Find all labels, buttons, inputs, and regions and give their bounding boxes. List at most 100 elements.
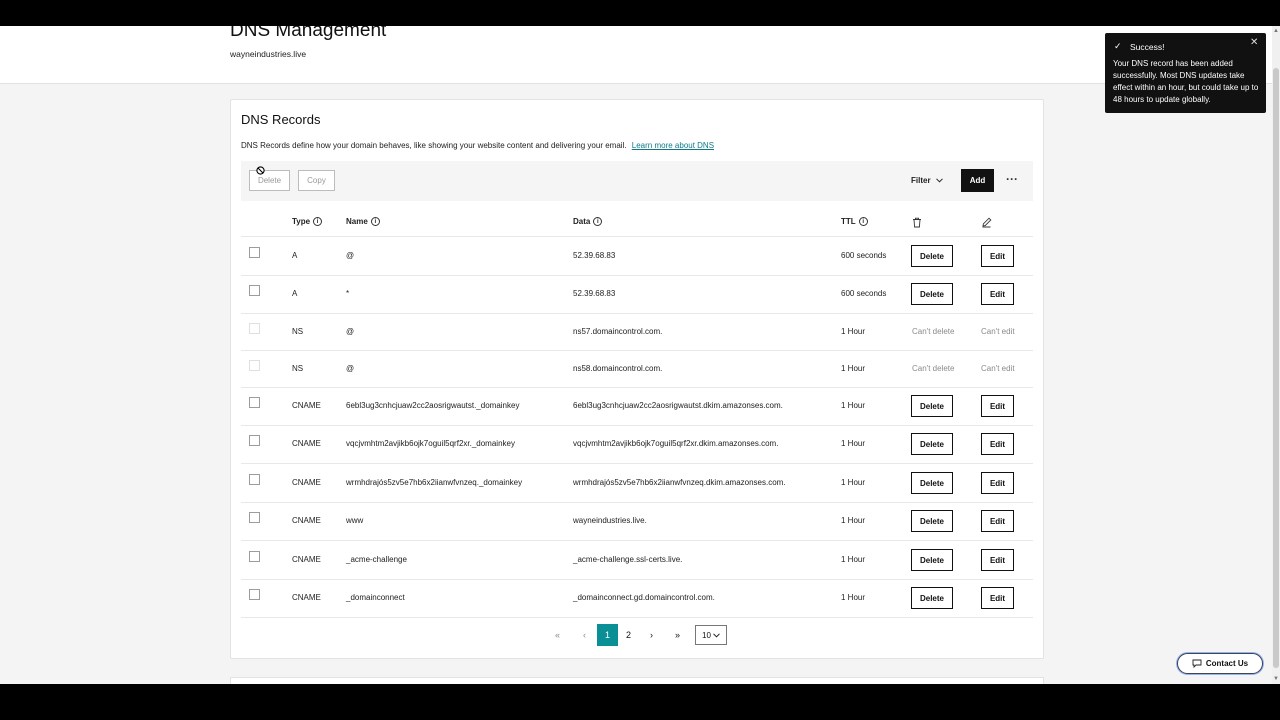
scroll-up-icon[interactable]: ▲ bbox=[1272, 28, 1280, 34]
table-row: CNAME _domainconnect _domainconnect.gd.dom… bbox=[241, 579, 1033, 618]
contact-us-label: Contact Us bbox=[1205, 659, 1249, 668]
delete-record-button[interactable]: Delete bbox=[911, 510, 953, 532]
page-viewport: DNS Management wayneindustries.live DNS … bbox=[0, 26, 1280, 684]
bulk-copy-button[interactable]: Copy bbox=[298, 170, 335, 191]
record-ttl: 1 Hour bbox=[841, 593, 866, 602]
record-type: A bbox=[292, 251, 298, 260]
record-name: * bbox=[346, 289, 350, 298]
table-row: CNAME www wayneindustries.live. 1 Hour Delet… bbox=[241, 502, 1033, 541]
row-checkbox bbox=[249, 323, 260, 334]
records-toolbar: Delete Copy Filter Add ··· bbox=[241, 161, 1033, 201]
scroll-down-icon[interactable]: ▼ bbox=[1272, 676, 1280, 682]
row-checkbox[interactable] bbox=[249, 589, 260, 600]
record-type: CNAME bbox=[292, 478, 321, 487]
close-icon[interactable]: ✕ bbox=[1250, 37, 1258, 48]
record-data: _domainconnect.gd.domaincontrol.com. bbox=[573, 593, 715, 602]
edit-record-button[interactable]: Edit bbox=[981, 510, 1014, 532]
table-row: CNAME _acme-challenge _acme-challenge.ssl-… bbox=[241, 540, 1033, 580]
info-icon[interactable]: i bbox=[858, 217, 868, 226]
delete-record-button[interactable]: Delete bbox=[911, 472, 953, 494]
record-ttl: 1 Hour bbox=[841, 364, 866, 373]
learn-more-link[interactable]: Learn more about DNS bbox=[632, 141, 714, 150]
table-row: NS @ ns57.domaincontrol.com. 1 Hour Can't de… bbox=[241, 313, 1033, 351]
delete-record-button[interactable]: Delete bbox=[911, 283, 953, 305]
edit-record-button[interactable]: Edit bbox=[981, 283, 1014, 305]
record-name: @ bbox=[346, 327, 355, 336]
chevron-down-icon bbox=[713, 632, 720, 638]
delete-record-button[interactable]: Delete bbox=[911, 433, 953, 455]
record-type: NS bbox=[292, 327, 304, 336]
add-record-button[interactable]: Add bbox=[961, 169, 994, 192]
data-header-label: Data bbox=[573, 217, 591, 226]
page-size-select[interactable]: 10 bbox=[695, 625, 727, 645]
record-type: CNAME bbox=[292, 401, 321, 410]
record-ttl: 1 Hour bbox=[841, 555, 866, 564]
dns-records-title: DNS Records bbox=[241, 112, 321, 127]
record-type: CNAME bbox=[292, 555, 321, 564]
cant-delete-label: Can't delete bbox=[912, 327, 955, 336]
record-ttl: 1 Hour bbox=[841, 327, 866, 336]
record-type: CNAME bbox=[292, 516, 321, 525]
not-allowed-cursor-icon bbox=[256, 166, 265, 175]
row-checkbox[interactable] bbox=[249, 474, 260, 485]
page-title: DNS Management bbox=[230, 26, 387, 41]
chat-icon bbox=[1192, 659, 1202, 668]
trash-icon bbox=[913, 217, 921, 228]
record-type: NS bbox=[292, 364, 304, 373]
delete-record-button[interactable]: Delete bbox=[911, 245, 953, 267]
page-header: DNS Management wayneindustries.live bbox=[0, 26, 1272, 84]
bulk-copy-label: Copy bbox=[307, 176, 326, 185]
info-icon[interactable]: i bbox=[593, 217, 603, 226]
row-checkbox[interactable] bbox=[249, 512, 260, 523]
filter-dropdown[interactable]: Filter bbox=[911, 176, 943, 185]
record-name: 6ebl3ug3cnhcjuaw2cc2aosrigwautst._domain… bbox=[346, 401, 520, 410]
delete-record-button[interactable]: Delete bbox=[911, 395, 953, 417]
row-checkbox[interactable] bbox=[249, 397, 260, 408]
record-name: @ bbox=[346, 251, 355, 260]
pencil-icon bbox=[982, 217, 992, 228]
row-checkbox[interactable] bbox=[249, 247, 260, 258]
record-ttl: 600 seconds bbox=[841, 289, 887, 298]
prev-page-button[interactable]: ‹ bbox=[574, 624, 595, 646]
first-page-button[interactable]: « bbox=[547, 624, 568, 646]
page-scrollbar[interactable]: ▲ ▼ bbox=[1272, 26, 1280, 684]
row-checkbox bbox=[249, 360, 260, 371]
next-page-button[interactable]: › bbox=[641, 624, 662, 646]
info-icon[interactable]: i bbox=[370, 217, 380, 226]
last-page-button[interactable]: » bbox=[667, 624, 688, 646]
add-label: Add bbox=[969, 176, 986, 185]
edit-record-button[interactable]: Edit bbox=[981, 245, 1014, 267]
page-2-button[interactable]: 2 bbox=[618, 624, 639, 646]
info-icon[interactable]: i bbox=[313, 217, 323, 226]
edit-record-button[interactable]: Edit bbox=[981, 433, 1014, 455]
page-1-button[interactable]: 1 bbox=[597, 624, 618, 646]
edit-record-button[interactable]: Edit bbox=[981, 587, 1014, 609]
record-data: ns57.domaincontrol.com. bbox=[573, 327, 663, 336]
table-row: A @52.39.68.83 600 seconds Delete Edit bbox=[241, 237, 1033, 276]
record-ttl: 1 Hour bbox=[841, 478, 866, 487]
table-row: NS @ ns58.domaincontrol.com. 1 Hour Can't de… bbox=[241, 350, 1033, 388]
record-data: ns58.domaincontrol.com. bbox=[573, 364, 663, 373]
scroll-thumb[interactable] bbox=[1273, 68, 1279, 668]
record-type: CNAME bbox=[292, 593, 321, 602]
table-row: A * 52.39.68.83 600 seconds Delete Edit bbox=[241, 275, 1033, 314]
row-checkbox[interactable] bbox=[249, 435, 260, 446]
record-name: @ bbox=[346, 364, 355, 373]
edit-record-button[interactable]: Edit bbox=[981, 395, 1014, 417]
delete-record-button[interactable]: Delete bbox=[911, 587, 953, 609]
record-data: wrmhdrajós5zv5e7hb6x2iianwfvnzeq.dkim.am… bbox=[573, 478, 786, 487]
table-row: CNAME 6ebl3ug3cnhcjuaw2cc2aosrigwautst._d… bbox=[241, 387, 1033, 426]
record-name: wrmhdrajós5zv5e7hb6x2iianwfvnzeq._domain… bbox=[346, 478, 523, 487]
record-name: www bbox=[346, 516, 364, 525]
record-data: 52.39.68.83 bbox=[573, 289, 616, 298]
edit-record-button[interactable]: Edit bbox=[981, 549, 1014, 571]
row-checkbox[interactable] bbox=[249, 285, 260, 296]
row-checkbox[interactable] bbox=[249, 551, 260, 562]
filter-label: Filter bbox=[911, 176, 931, 185]
more-options-icon[interactable]: ··· bbox=[1006, 172, 1018, 186]
record-data: vqcjvmhtm2avjikb6ojk7oguil5qrf2xr.dkim.a… bbox=[573, 439, 779, 448]
edit-record-button[interactable]: Edit bbox=[981, 472, 1014, 494]
type-header-label: Type bbox=[292, 217, 311, 226]
delete-record-button[interactable]: Delete bbox=[911, 549, 953, 571]
contact-us-button[interactable]: Contact Us bbox=[1177, 653, 1263, 674]
